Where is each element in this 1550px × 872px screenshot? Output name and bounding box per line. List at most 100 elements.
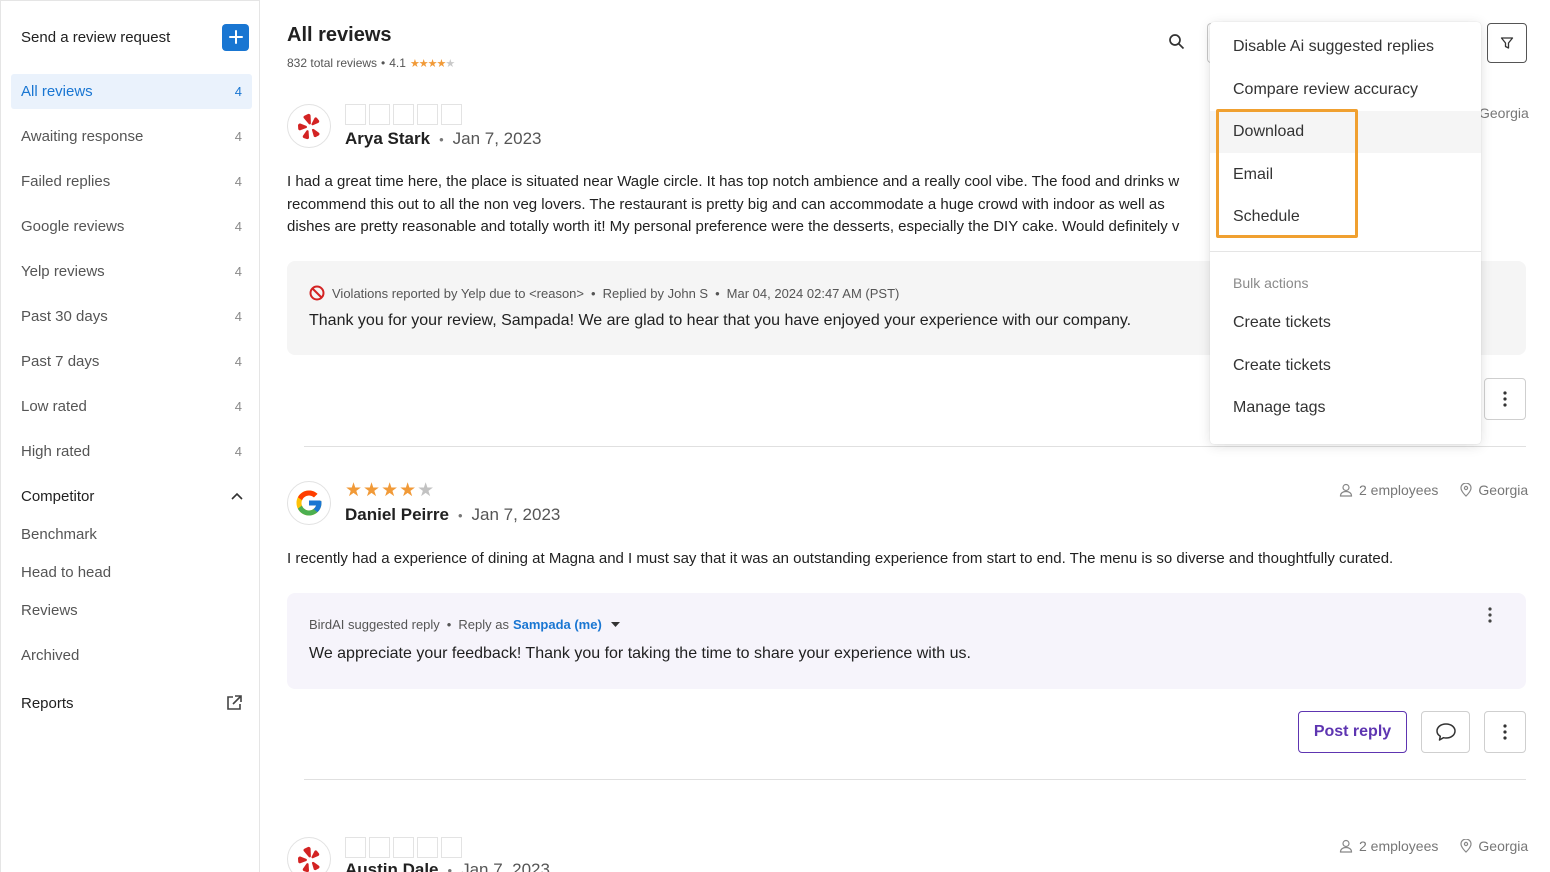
sidebar-item-failed-replies[interactable]: Failed replies 4 [11, 164, 252, 199]
review-text: I had a great time here, the place is si… [287, 173, 1180, 235]
more-vertical-icon [1488, 607, 1492, 623]
yelp-logo-avatar [287, 837, 331, 872]
sidebar-item-yelp-reviews[interactable]: Yelp reviews 4 [11, 254, 252, 289]
sidebar-item-high-rated[interactable]: High rated 4 [11, 434, 252, 469]
review-rating-empty: ★ ★ ★ ★ ★ [345, 837, 462, 858]
competitor-section-toggle[interactable]: Competitor [21, 484, 243, 508]
bullet-separator: • [439, 131, 444, 147]
sidebar-item-label: High rated [21, 443, 91, 460]
chevron-up-icon [231, 492, 243, 500]
add-review-request-button[interactable] [222, 23, 249, 51]
plus-icon [228, 30, 243, 44]
comment-icon [1435, 723, 1456, 741]
star-icon: ★ [393, 104, 414, 125]
star-icon: ★ [369, 837, 390, 858]
caret-down-icon[interactable] [610, 622, 620, 627]
sidebar-item-past-7-days[interactable]: Past 7 days 4 [11, 344, 252, 379]
sidebar-item-all-reviews[interactable]: All reviews 4 [11, 74, 252, 109]
location-pin-icon [1460, 483, 1472, 497]
sidebar-item-benchmark[interactable]: Benchmark [21, 526, 97, 543]
reply-more-button[interactable] [1484, 607, 1496, 623]
sidebar-item-archived[interactable]: Archived [21, 647, 79, 664]
post-reply-button[interactable]: Post reply [1298, 711, 1407, 753]
menu-item-compare-accuracy[interactable]: Compare review accuracy [1210, 69, 1481, 111]
star-icon: ★ [345, 104, 366, 125]
external-link-icon [227, 695, 242, 710]
more-vertical-icon [1503, 724, 1507, 740]
reply-timestamp: Mar 04, 2024 02:47 AM (PST) [726, 285, 900, 301]
sidebar-item-competitor-reviews[interactable]: Reviews [21, 602, 78, 619]
sidebar: Send a review request All reviews 4 Await… [0, 0, 260, 872]
sidebar-item-count: 4 [234, 174, 242, 189]
person-icon [1339, 483, 1353, 497]
send-review-request-row[interactable]: Send a review request [21, 23, 249, 51]
reply-meta: BirdAI suggested reply • Reply as Sampad… [309, 617, 620, 632]
location-label: Georgia [1478, 482, 1529, 498]
bullet-separator: • [381, 56, 386, 70]
employees-count: 2 employees [1359, 482, 1439, 498]
bullet-separator: • [591, 285, 596, 301]
bullet-separator: • [715, 285, 720, 301]
sidebar-item-count: 4 [234, 84, 242, 99]
reply-as-user-select[interactable]: Sampada (me) [513, 617, 602, 632]
review-meta-right: 2 employees Georgia [1339, 838, 1528, 854]
filter-button[interactable] [1487, 23, 1527, 63]
yelp-icon [298, 113, 320, 140]
sidebar-item-count: 4 [234, 219, 242, 234]
review-more-button[interactable] [1484, 711, 1526, 753]
more-vertical-icon [1503, 391, 1507, 407]
suggested-reply-card: BirdAI suggested reply • Reply as Sampad… [287, 593, 1526, 689]
replied-by: Replied by John S [602, 285, 709, 301]
review-date: Jan 7, 2023 [471, 505, 561, 524]
sidebar-item-count: 4 [234, 354, 242, 369]
sidebar-item-low-rated[interactable]: Low rated 4 [11, 389, 252, 424]
bullet-separator: • [447, 862, 453, 872]
sidebar-item-past-30-days[interactable]: Past 30 days 4 [11, 299, 252, 334]
reply-text: Thank you for your review, Sampada! We a… [309, 312, 1132, 329]
review-text: I recently had a experience of dining at… [287, 550, 1394, 567]
star-icon: ★ [393, 837, 414, 858]
location-pin-icon [1460, 839, 1472, 853]
sidebar-item-google-reviews[interactable]: Google reviews 4 [11, 209, 252, 244]
star-icon: ★ [417, 837, 438, 858]
violation-text: Violations reported by Yelp due to <reas… [332, 285, 585, 301]
sidebar-item-awaiting-response[interactable]: Awaiting response 4 [11, 119, 252, 154]
review-more-button[interactable] [1484, 378, 1526, 420]
sidebar-item-count: 4 [234, 444, 242, 459]
google-icon [296, 490, 322, 516]
total-reviews: 832 total reviews [287, 56, 378, 70]
highlight-annotation [1216, 109, 1358, 238]
reviewer-name: Daniel Peirre [345, 505, 449, 524]
sidebar-item-reports[interactable]: Reports [21, 691, 243, 715]
search-icon[interactable] [1168, 33, 1185, 55]
yelp-logo-avatar [287, 104, 331, 148]
review-date: Jan 7, 2023 [452, 129, 542, 148]
comment-button[interactable] [1421, 711, 1470, 753]
yelp-icon [298, 846, 320, 872]
menu-item-create-tickets[interactable]: Create tickets [1210, 302, 1481, 344]
menu-item-create-tickets[interactable]: Create tickets [1210, 345, 1481, 387]
employees-count: 2 employees [1359, 838, 1439, 854]
sidebar-item-label: Past 7 days [21, 353, 100, 370]
review-summary: 832 total reviews • 4.1 ★★★★★ [287, 56, 455, 70]
review-divider [304, 779, 1526, 780]
sidebar-item-count: 4 [234, 399, 242, 414]
sidebar-item-head-to-head[interactable]: Head to head [21, 564, 111, 581]
send-review-request-label[interactable]: Send a review request [21, 29, 170, 46]
sidebar-item-count: 4 [234, 129, 242, 144]
review-divider [304, 446, 1526, 447]
sidebar-item-count: 4 [234, 264, 242, 279]
sidebar-item-count: 4 [234, 309, 242, 324]
menu-item-disable-ai-replies[interactable]: Disable Ai suggested replies [1210, 26, 1481, 68]
star-icon: ★ [345, 837, 366, 858]
violation-icon [309, 285, 325, 301]
star-icon: ★ [441, 104, 462, 125]
filter-icon [1500, 37, 1514, 49]
reply-text[interactable]: We appreciate your feedback! Thank you f… [309, 645, 971, 663]
menu-item-manage-tags[interactable]: Manage tags [1210, 387, 1481, 429]
reply-as-label: Reply as [458, 617, 509, 632]
sidebar-item-label: Google reviews [21, 218, 125, 235]
reviewer-info: Arya Stark • Jan 7, 2023 [345, 129, 541, 149]
review-rating-stars: ★★★★★ [345, 480, 436, 501]
sidebar-item-label: Yelp reviews [21, 263, 105, 280]
